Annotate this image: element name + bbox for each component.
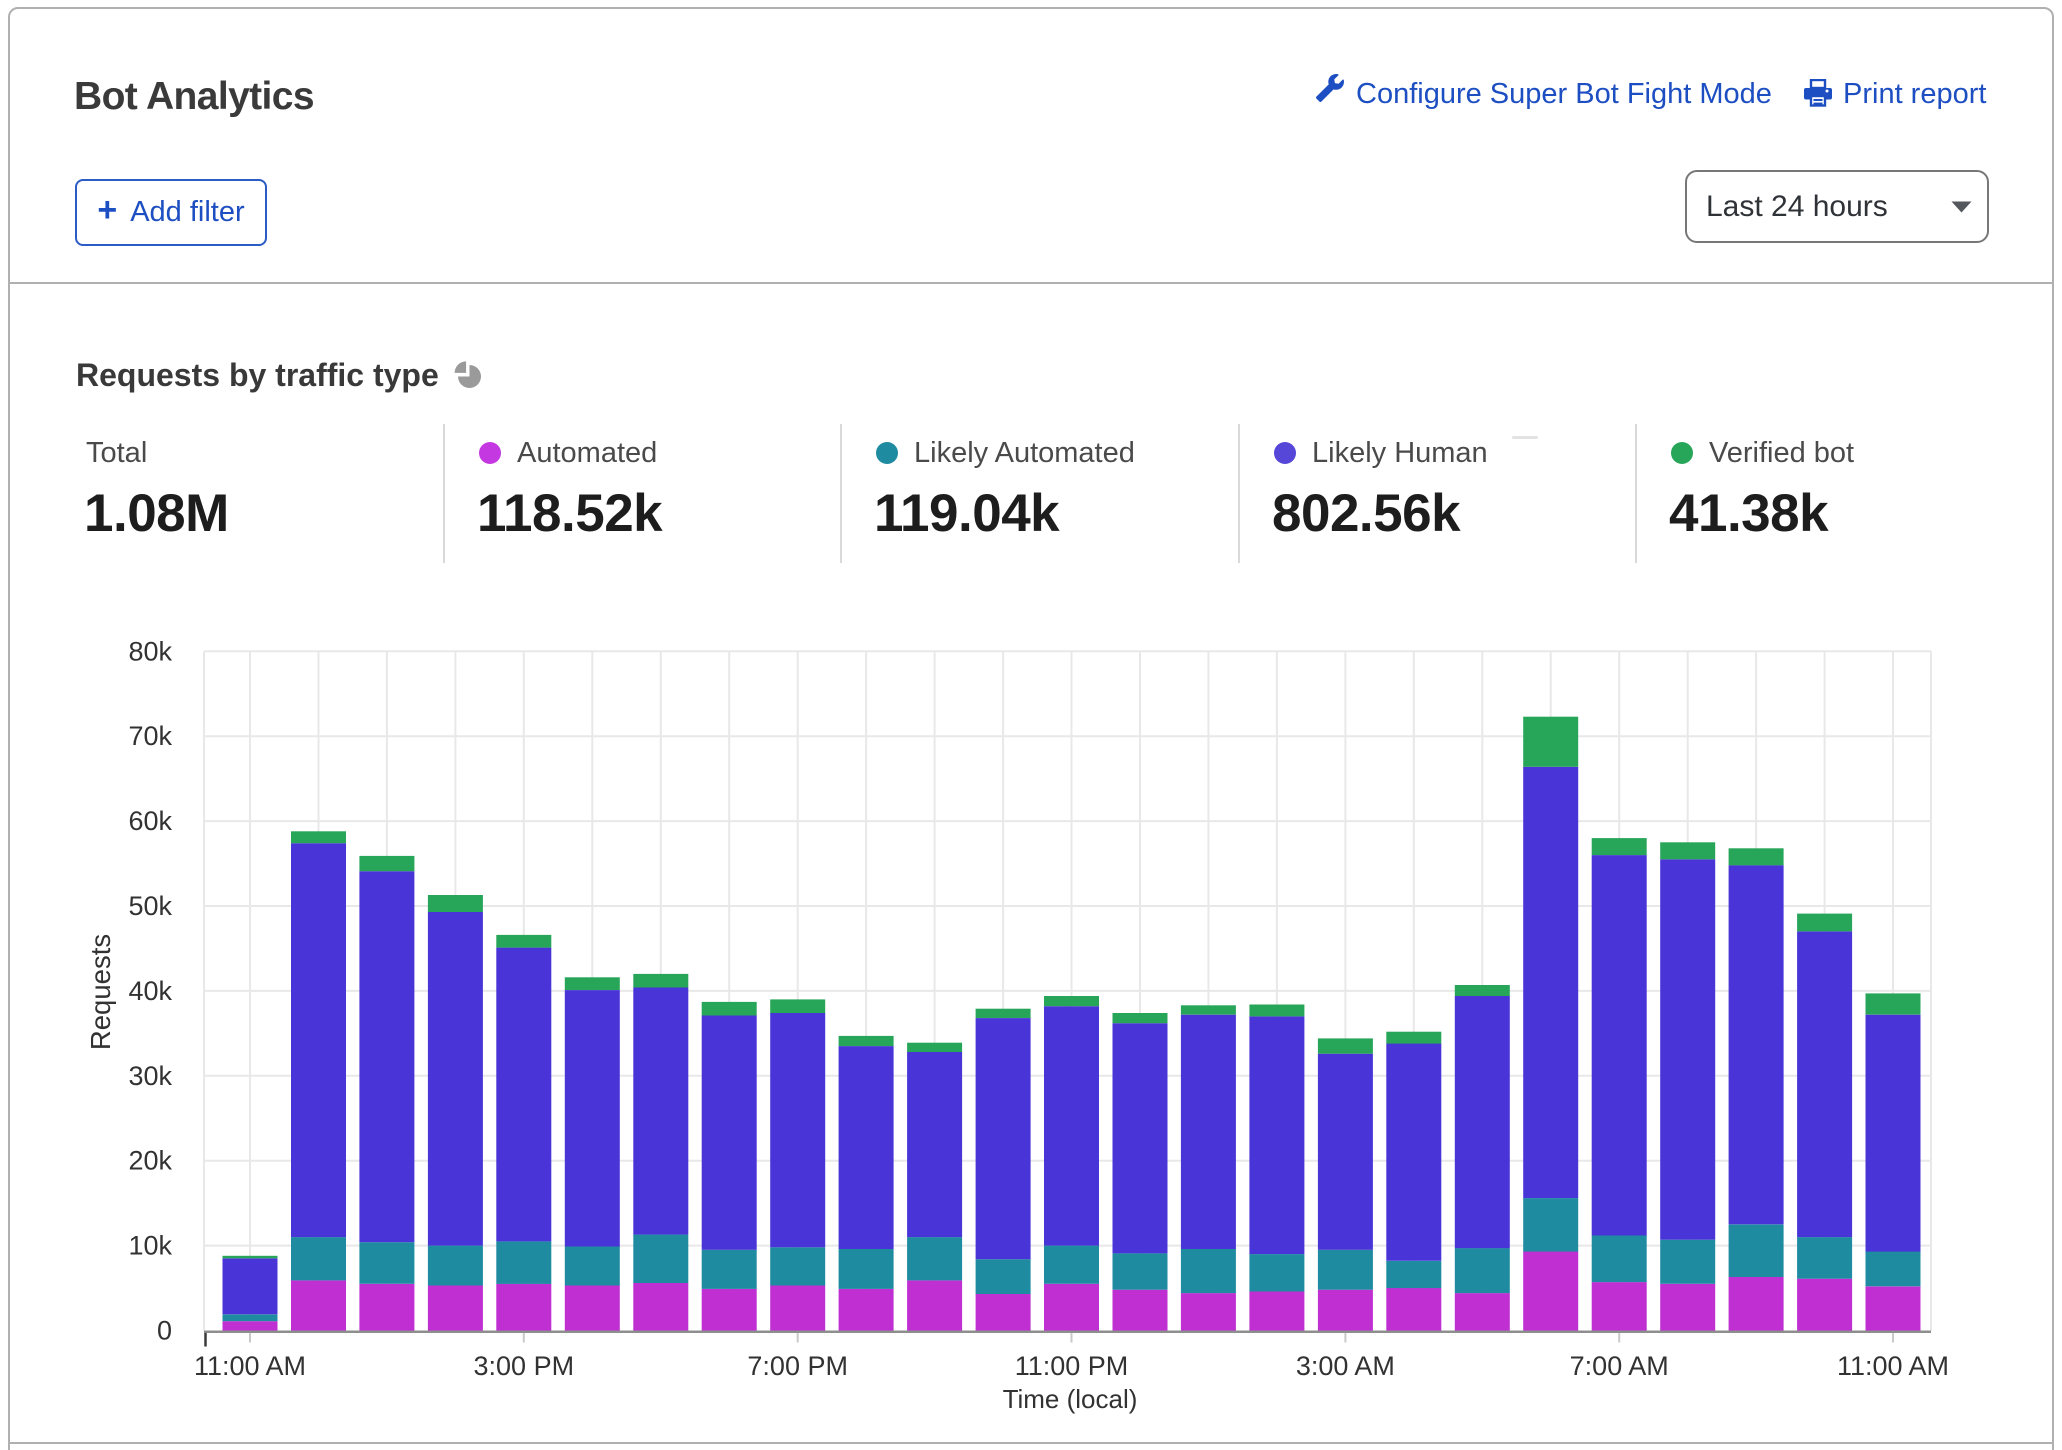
svg-text:11:00 AM: 11:00 AM bbox=[194, 1351, 306, 1381]
svg-text:7:00 PM: 7:00 PM bbox=[747, 1351, 848, 1381]
svg-text:70k: 70k bbox=[128, 721, 172, 751]
svg-text:7:00 AM: 7:00 AM bbox=[1570, 1351, 1669, 1381]
svg-text:Requests: Requests bbox=[85, 934, 116, 1050]
svg-text:3:00 PM: 3:00 PM bbox=[474, 1351, 575, 1381]
svg-text:50k: 50k bbox=[128, 891, 172, 921]
svg-text:0: 0 bbox=[157, 1316, 172, 1346]
svg-text:30k: 30k bbox=[128, 1061, 172, 1091]
svg-text:80k: 80k bbox=[128, 636, 172, 666]
svg-text:40k: 40k bbox=[128, 976, 172, 1006]
svg-text:Time (local): Time (local) bbox=[1003, 1384, 1138, 1414]
svg-text:11:00 AM: 11:00 AM bbox=[1837, 1351, 1949, 1381]
svg-text:3:00 AM: 3:00 AM bbox=[1296, 1351, 1395, 1381]
svg-text:20k: 20k bbox=[128, 1146, 172, 1176]
svg-text:10k: 10k bbox=[128, 1231, 172, 1261]
svg-text:60k: 60k bbox=[128, 806, 172, 836]
svg-text:11:00 PM: 11:00 PM bbox=[1015, 1351, 1129, 1381]
